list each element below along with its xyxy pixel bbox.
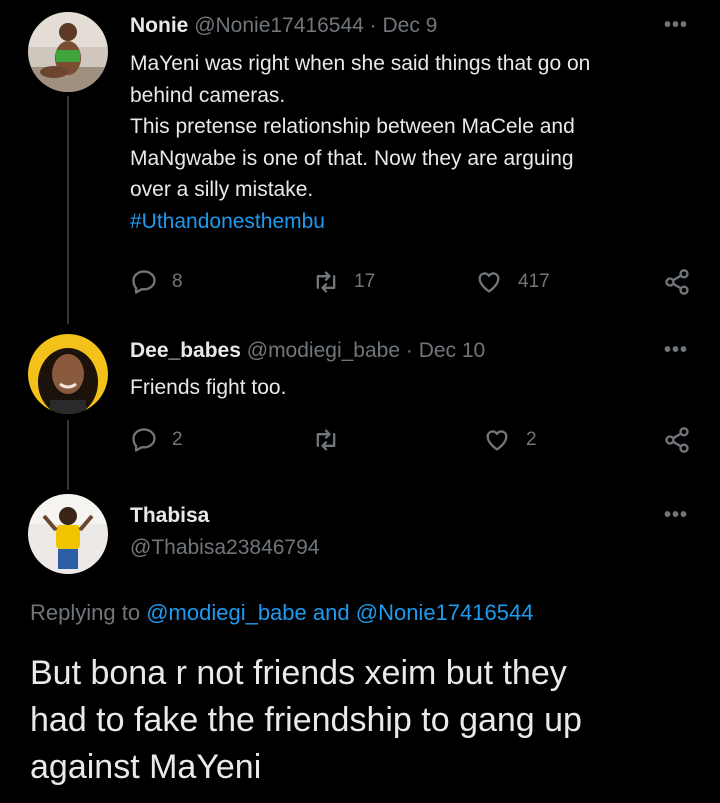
like-count: 2 <box>526 429 537 450</box>
separator: · <box>405 339 413 362</box>
main-tweet-text: But bona r not friends xeim but they had… <box>30 650 700 791</box>
avatar[interactable] <box>28 334 108 414</box>
replying-and: and <box>312 600 350 625</box>
tweet-date[interactable]: Dec 9 <box>383 14 438 37</box>
like-button[interactable]: 2 <box>482 426 537 454</box>
tweet-text-line: MaNgwabe is one of that. Now they are ar… <box>130 146 574 170</box>
heart-icon <box>486 430 508 451</box>
share-button[interactable] <box>663 426 691 454</box>
retweet-count: 17 <box>354 271 376 292</box>
display-name[interactable]: Nonie <box>130 14 188 37</box>
reply-icon <box>132 270 156 294</box>
tweet-header: Dee_babes @modiegi_babe · Dec 10 <box>130 339 485 363</box>
more-icon[interactable]: ••• <box>664 339 688 362</box>
share-icon <box>665 269 689 295</box>
mention-link[interactable]: @modiegi_babe <box>146 600 307 625</box>
tweet-text-line: This pretense relationship between MaCel… <box>130 115 575 138</box>
display-name[interactable]: Dee_babes <box>130 339 241 362</box>
reply-button[interactable]: 2 <box>130 426 183 454</box>
tweet-text: Friends fight too. <box>130 376 287 399</box>
retweet-button[interactable]: 17 <box>312 268 375 296</box>
separator: · <box>369 14 377 37</box>
like-count: 417 <box>518 271 550 292</box>
replying-to: Replying to @modiegi_babe and @Nonie1741… <box>30 600 533 626</box>
user-handle[interactable]: @Nonie17416544 <box>194 14 364 37</box>
tweet-text-line: had to fake the friendship to gang up <box>30 701 582 739</box>
retweet-button[interactable] <box>312 426 340 454</box>
share-icon <box>665 427 689 453</box>
retweet-icon <box>316 429 336 451</box>
tweet-text-line: behind cameras. <box>130 83 286 107</box>
tweet-header: Thabisa <box>130 504 209 528</box>
tweet-text-line: But bona r not friends xeim but they <box>30 654 567 692</box>
reply-count: 8 <box>172 271 183 292</box>
user-handle[interactable]: @modiegi_babe <box>247 339 400 362</box>
reply-icon <box>132 428 156 452</box>
heart-icon <box>478 272 500 293</box>
like-button[interactable]: 417 <box>474 268 550 296</box>
reply-count: 2 <box>172 429 183 450</box>
tweet-text: MaYeni was right when she said things th… <box>130 48 700 237</box>
thread-line <box>67 420 69 490</box>
tweet-text-line: over a silly mistake. <box>130 178 314 201</box>
retweet-icon <box>316 271 336 293</box>
user-handle[interactable]: @Thabisa23846794 <box>130 536 319 560</box>
avatar[interactable] <box>28 494 108 574</box>
tweet-text-line: against MaYeni <box>30 748 262 786</box>
share-button[interactable] <box>663 268 691 296</box>
hashtag-link[interactable]: #Uthandonesthembu <box>130 206 700 238</box>
thread-line <box>67 96 69 324</box>
tweet-text-line: MaYeni was right when she said things th… <box>130 52 591 75</box>
display-name[interactable]: Thabisa <box>130 504 209 527</box>
avatar[interactable] <box>28 12 108 92</box>
more-icon[interactable]: ••• <box>664 14 688 37</box>
tweet-header: Nonie @Nonie17416544 · Dec 9 <box>130 14 437 38</box>
replying-to-label: Replying to <box>30 600 141 625</box>
tweet-date[interactable]: Dec 10 <box>419 339 486 362</box>
more-icon[interactable]: ••• <box>664 504 688 527</box>
reply-button[interactable]: 8 <box>130 268 183 296</box>
mention-link[interactable]: @Nonie17416544 <box>356 600 534 625</box>
